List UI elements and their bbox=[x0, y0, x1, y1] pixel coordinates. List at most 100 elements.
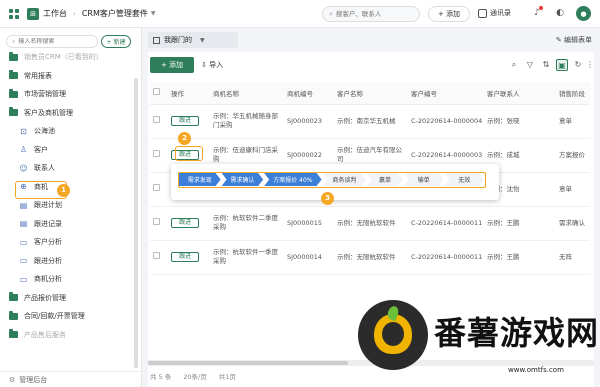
row-checkbox[interactable] bbox=[153, 218, 160, 225]
sidebar-item-2[interactable]: 市场营销管理 bbox=[0, 85, 136, 104]
cell-action: 跟进 bbox=[168, 240, 210, 275]
row-checkbox-cell bbox=[150, 104, 168, 139]
table-row[interactable]: 跟进 示例：杭软软件一季度采购 SJ0000014 示例：无限杭软软件 C-202206… bbox=[150, 240, 590, 275]
row-checkbox[interactable] bbox=[153, 252, 160, 259]
import-button[interactable]: ⇩ 导入 bbox=[201, 60, 223, 70]
sales-stage-bar: 需求发现 需求确认 方案报价 40% 商务谈判 赢单 输单 无效 bbox=[178, 172, 486, 188]
cell-stage: 需求确认 bbox=[556, 206, 590, 241]
sidebar-item-12[interactable]: ▭ 商机分析 bbox=[0, 270, 136, 289]
admin-console-label: 管理后台 bbox=[19, 375, 48, 384]
sidebar-item-3[interactable]: 客户及商机管理 bbox=[0, 104, 136, 123]
cell-cust_code: C-20220614-0000011 bbox=[408, 206, 484, 241]
stage-step-3[interactable]: 商务谈判 bbox=[323, 173, 367, 186]
row-checkbox[interactable] bbox=[153, 150, 160, 157]
follow-up-button[interactable]: 跟进 bbox=[171, 116, 199, 126]
stage-step-5[interactable]: 输单 bbox=[404, 173, 444, 186]
follow-button-highlight bbox=[175, 146, 203, 161]
tab-my-follow[interactable]: 我跟门的 ▼ bbox=[148, 32, 238, 48]
sidebar-item-10[interactable]: ▭ 客户分析 bbox=[0, 233, 136, 252]
sidebar-search-input[interactable] bbox=[18, 38, 94, 45]
watermark: 番薯游戏网 www.omtfs.com bbox=[358, 300, 598, 380]
add-button[interactable]: + 添加 bbox=[428, 6, 470, 22]
more-icon[interactable]: ⋮ bbox=[586, 59, 594, 71]
cell-contact: 示例：张晓 bbox=[484, 104, 556, 139]
search-icon[interactable]: ⌕ bbox=[508, 59, 520, 71]
column-header-0 bbox=[150, 82, 168, 105]
analysis-icon: ▭ bbox=[19, 274, 28, 284]
sidebar-item-0[interactable]: 销售员CRM（已看到的） bbox=[0, 48, 136, 67]
sidebar-item-11[interactable]: ▭ 跟进分析 bbox=[0, 252, 136, 271]
filter-icon[interactable]: ▽ bbox=[524, 59, 536, 71]
sidebar-item-label: 产品售后服务 bbox=[24, 330, 66, 339]
global-search[interactable]: ⌕ bbox=[322, 6, 420, 22]
sidebar-item-14[interactable]: 合同/回款/开票管理 bbox=[0, 307, 136, 326]
sidebar-item-9[interactable]: ▤ 跟进记录 bbox=[0, 215, 136, 234]
sidebar-item-label: 常用报表 bbox=[24, 71, 52, 80]
row-checkbox[interactable] bbox=[153, 116, 160, 123]
row-checkbox-cell bbox=[150, 172, 168, 207]
avatar[interactable]: ● bbox=[576, 6, 591, 21]
sidebar-new-button[interactable]: + 新建 bbox=[101, 35, 131, 48]
sidebar-item-1[interactable]: 常用报表 bbox=[0, 67, 136, 86]
stage-step-2[interactable]: 方案报价 40% bbox=[264, 173, 321, 186]
follow-up-button[interactable]: 跟进 bbox=[171, 252, 199, 262]
card-view-icon[interactable]: ▣ bbox=[556, 59, 568, 71]
row-checkbox-cell bbox=[150, 206, 168, 241]
column-header-3: 商机编号 bbox=[284, 82, 334, 105]
table-row[interactable]: 跟进 示例：华五机械随身部门采购 SJ0000023 示例：南京华五机械 C-20220… bbox=[150, 104, 590, 139]
edit-form-button[interactable]: ✎ 编辑表单 bbox=[556, 35, 592, 45]
suite-title[interactable]: CRM客户管理套件 bbox=[82, 8, 148, 19]
sidebar-item-label: 跟进分析 bbox=[34, 256, 62, 265]
stage-step-0[interactable]: 需求发现 bbox=[179, 173, 221, 186]
sidebar-item-13[interactable]: 产品报价管理 bbox=[0, 289, 136, 308]
sidebar-item-5[interactable]: ♙ 客户 bbox=[0, 141, 136, 160]
select-all-checkbox[interactable] bbox=[153, 88, 160, 96]
global-search-input[interactable] bbox=[335, 10, 414, 18]
cell-name: 示例：杭软软件一季度采购 bbox=[210, 240, 284, 275]
table-icon bbox=[153, 36, 160, 44]
table-row[interactable]: 跟进 示例：杭软软件二季度采购 SJ0000015 示例：无限杭软软件 C-202206… bbox=[150, 206, 590, 241]
tab-label: 我跟门的 bbox=[164, 36, 192, 44]
stage-step-4[interactable]: 赢单 bbox=[367, 173, 403, 186]
sidebar-item-label: 客户分析 bbox=[34, 238, 62, 247]
address-book-icon bbox=[478, 8, 487, 18]
app-grid-icon[interactable] bbox=[9, 8, 19, 19]
new-record-button[interactable]: + 添加 bbox=[150, 57, 194, 73]
sidebar-item-label: 跟进记录 bbox=[34, 219, 62, 228]
column-header-7: 销售阶段 bbox=[556, 82, 590, 105]
watermark-url: www.omtfs.com bbox=[508, 366, 564, 374]
pager-size[interactable]: 20条/页 bbox=[183, 371, 206, 381]
refresh-icon[interactable]: ↻ bbox=[572, 59, 584, 71]
sidebar-item-6[interactable]: ☺ 联系人 bbox=[0, 159, 136, 178]
sort-icon[interactable]: ⇅ bbox=[540, 59, 552, 71]
cell-customer: 示例：无限杭软软件 bbox=[334, 206, 408, 241]
folder-icon bbox=[9, 70, 18, 80]
help-icon[interactable]: ◐ bbox=[555, 8, 565, 19]
cell-code: SJ0000014 bbox=[284, 240, 334, 275]
record-icon: ▤ bbox=[19, 219, 28, 229]
sidebar-search[interactable]: ⌕ bbox=[6, 35, 98, 48]
folder-icon bbox=[9, 51, 18, 61]
table-header-row: 操作 商机名称 商机编号 客户名称 客户编号 客户联系人 销售阶段 bbox=[150, 82, 590, 105]
plan-icon: ▤ bbox=[19, 200, 28, 210]
search-icon: ⌕ bbox=[329, 9, 333, 18]
column-header-1: 操作 bbox=[168, 82, 210, 105]
app-title[interactable]: 工作台 bbox=[43, 8, 67, 19]
sidebar-item-4[interactable]: ⊡ 公海池 bbox=[0, 122, 136, 141]
row-checkbox[interactable] bbox=[153, 184, 160, 191]
edit-form-label: 编辑表单 bbox=[564, 36, 592, 44]
pool-icon: ⊡ bbox=[20, 126, 27, 136]
sidebar-scrollbar[interactable] bbox=[134, 78, 138, 368]
follow-up-button[interactable]: 跟进 bbox=[171, 218, 199, 228]
contact-icon: ☺ bbox=[19, 163, 28, 173]
stage-step-6[interactable]: 无效 bbox=[444, 173, 484, 186]
chevron-down-icon[interactable]: ▼ bbox=[151, 10, 156, 17]
sidebar-item-15[interactable]: 产品售后服务 bbox=[0, 326, 136, 345]
contacts-button[interactable]: 通讯录 bbox=[478, 8, 511, 18]
sidebar-item-label: 公海池 bbox=[34, 127, 55, 136]
column-header-2: 商机名称 bbox=[210, 82, 284, 105]
admin-console-link[interactable]: ⚙ 管理后台 bbox=[0, 371, 142, 387]
view-tabs: 我跟门的 ▼ ✎ 编辑表单 bbox=[148, 32, 600, 48]
customer-icon: ♙ bbox=[19, 145, 28, 155]
stage-step-1[interactable]: 需求确认 bbox=[222, 173, 264, 186]
